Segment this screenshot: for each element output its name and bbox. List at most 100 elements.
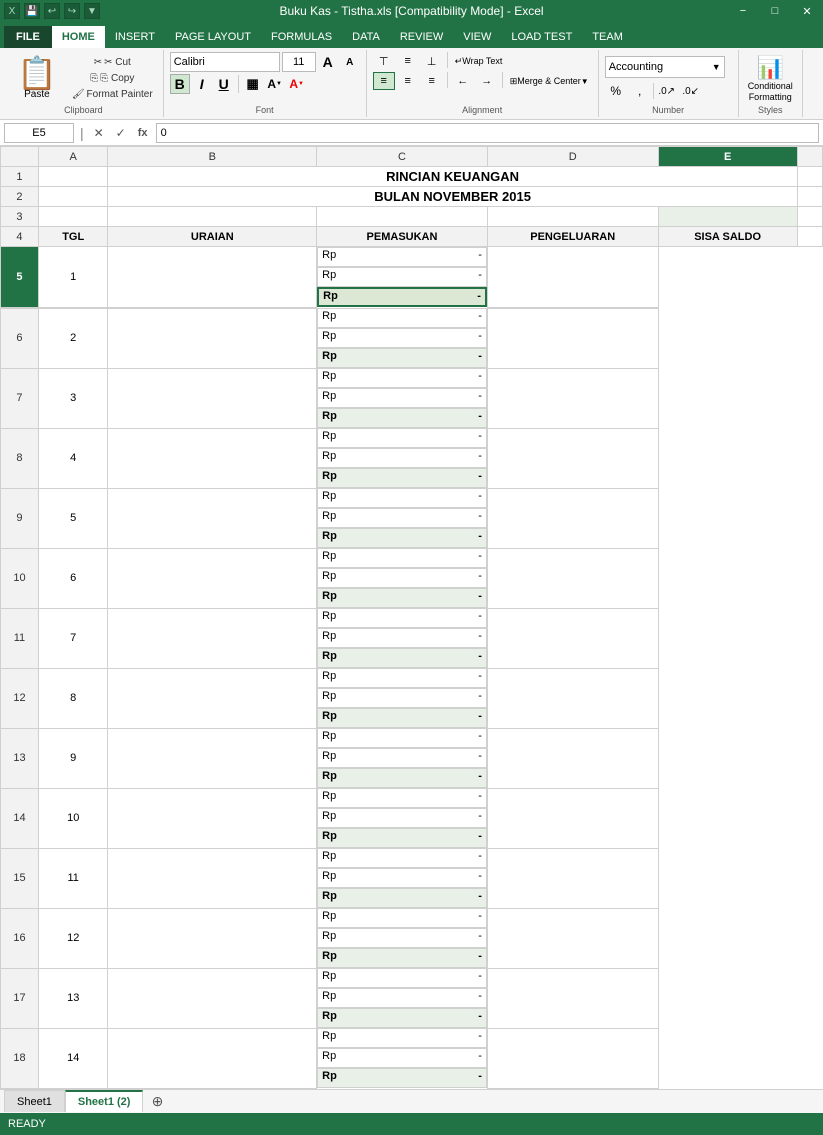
cell-c10[interactable]: Rp- (317, 548, 487, 568)
cut-button[interactable]: ✂ ✂ Cut (68, 55, 157, 70)
cell-c9[interactable]: Rp- (317, 488, 487, 508)
indent-increase-button[interactable]: → (476, 72, 498, 90)
cell-e14[interactable]: Rp- (317, 828, 487, 848)
tab-load-test[interactable]: LOAD TEST (501, 26, 582, 48)
save-icon[interactable]: 💾 (24, 3, 40, 19)
align-middle-button[interactable]: ≡ (397, 52, 419, 70)
tab-page-layout[interactable]: PAGE LAYOUT (165, 26, 261, 48)
close-button[interactable]: ✕ (791, 0, 823, 22)
col-header-c[interactable]: C (317, 147, 488, 167)
cell-e6[interactable]: Rp- (317, 348, 487, 368)
cell-a8[interactable]: 4 (38, 428, 108, 488)
cell-b7[interactable] (108, 368, 317, 428)
cell-b10[interactable] (108, 548, 317, 608)
cell-a16[interactable]: 12 (38, 908, 108, 968)
cell-b14[interactable] (108, 788, 317, 848)
redo-icon[interactable]: ↪ (64, 3, 80, 19)
maximize-button[interactable]: □ (759, 0, 791, 22)
cell-c11[interactable]: Rp- (317, 608, 487, 628)
cell-tgl-header[interactable]: TGL (38, 227, 108, 247)
cell-c8[interactable]: Rp- (317, 428, 487, 448)
formula-confirm-button[interactable]: ✓ (112, 124, 130, 142)
cell-a7[interactable]: 3 (38, 368, 108, 428)
cell-a18[interactable]: 14 (38, 1028, 108, 1088)
cell-b16[interactable] (108, 908, 317, 968)
col-header-e[interactable]: E (658, 147, 797, 167)
cell-c3[interactable] (317, 207, 488, 227)
cell-c18[interactable]: Rp- (317, 1028, 487, 1048)
tab-view[interactable]: VIEW (453, 26, 501, 48)
decimal-decrease-button[interactable]: .0↙ (680, 82, 702, 100)
cell-e7[interactable]: Rp- (317, 408, 487, 428)
cell-e5[interactable]: Rp- (317, 287, 487, 307)
merge-center-button[interactable]: ⊞ Merge & Center ▼ (507, 72, 592, 90)
align-bottom-button[interactable]: ⊥ (421, 52, 443, 70)
cell-c16[interactable]: Rp- (317, 908, 487, 928)
cell-title-2[interactable]: BULAN NOVEMBER 2015 (108, 187, 797, 207)
cell-c14[interactable]: Rp- (317, 788, 487, 808)
indent-decrease-button[interactable]: ← (452, 72, 474, 90)
conditional-formatting-button[interactable]: 📊 ConditionalFormatting (745, 52, 796, 106)
cell-b3[interactable] (108, 207, 317, 227)
align-center-button[interactable]: ≡ (397, 72, 419, 90)
percent-button[interactable]: % (605, 82, 627, 100)
font-size-input[interactable] (282, 52, 316, 72)
cell-d9[interactable]: Rp- (317, 508, 487, 528)
cell-b18[interactable] (108, 1028, 317, 1088)
cell-title-1[interactable]: RINCIAN KEUANGAN (108, 167, 797, 187)
paste-button[interactable]: 📋 Paste (10, 54, 64, 103)
cell-b13[interactable] (108, 728, 317, 788)
cell-e13[interactable]: Rp- (317, 768, 487, 788)
cell-e11[interactable]: Rp- (317, 648, 487, 668)
cell-c12[interactable]: Rp- (317, 668, 487, 688)
cell-d10[interactable]: Rp- (317, 568, 487, 588)
cell-a12[interactable]: 8 (38, 668, 108, 728)
font-color-button[interactable]: A▼ (287, 74, 307, 94)
align-left-button[interactable]: ≡ (373, 72, 395, 90)
cell-a14[interactable]: 10 (38, 788, 108, 848)
cell-d8[interactable]: Rp- (317, 448, 487, 468)
cell-d3[interactable] (487, 207, 658, 227)
tab-review[interactable]: REVIEW (390, 26, 453, 48)
copy-button[interactable]: ⎘ ⎘ Copy (68, 71, 157, 86)
cell-d16[interactable]: Rp- (317, 928, 487, 948)
cell-c6[interactable]: Rp- (317, 308, 487, 328)
tab-team[interactable]: TEAM (582, 26, 633, 48)
font-name-input[interactable] (170, 52, 280, 72)
italic-button[interactable]: I (192, 74, 212, 94)
tab-home[interactable]: HOME (52, 26, 105, 48)
decimal-increase-button[interactable]: .0↗ (656, 82, 678, 100)
cell-a15[interactable]: 11 (38, 848, 108, 908)
cell-b8[interactable] (108, 428, 317, 488)
cell-c13[interactable]: Rp- (317, 728, 487, 748)
cell-a17[interactable]: 13 (38, 968, 108, 1028)
cell-d18[interactable]: Rp- (317, 1048, 487, 1068)
cell-d6[interactable]: Rp- (317, 328, 487, 348)
wrap-text-button[interactable]: ↵ Wrap Text (452, 52, 506, 70)
customize-icon[interactable]: ▼ (84, 3, 100, 19)
cell-e8[interactable]: Rp- (317, 468, 487, 488)
cell-b12[interactable] (108, 668, 317, 728)
cell-pemasukan-header[interactable]: PEMASUKAN (317, 227, 488, 247)
cell-b6[interactable] (108, 308, 317, 368)
cell-c5[interactable]: Rp- (317, 247, 487, 267)
cell-b9[interactable] (108, 488, 317, 548)
cell-d7[interactable]: Rp- (317, 388, 487, 408)
number-format-dropdown[interactable]: Accounting ▼ (605, 56, 725, 78)
tab-formulas[interactable]: FORMULAS (261, 26, 342, 48)
cell-e9[interactable]: Rp- (317, 528, 487, 548)
cell-a3[interactable] (38, 207, 108, 227)
formula-cancel-button[interactable]: ✕ (90, 124, 108, 142)
cell-e10[interactable]: Rp- (317, 588, 487, 608)
cell-d13[interactable]: Rp- (317, 748, 487, 768)
cell-a1[interactable] (38, 167, 108, 187)
cell-e16[interactable]: Rp- (317, 948, 487, 968)
add-sheet-button[interactable]: ⊕ (147, 1091, 167, 1111)
tab-data[interactable]: DATA (342, 26, 390, 48)
cell-d12[interactable]: Rp- (317, 688, 487, 708)
cell-a11[interactable]: 7 (38, 608, 108, 668)
sheet-tab-1[interactable]: Sheet1 (4, 1090, 65, 1112)
cell-d14[interactable]: Rp- (317, 808, 487, 828)
cell-a9[interactable]: 5 (38, 488, 108, 548)
format-painter-button[interactable]: 🖌 Format Painter (68, 87, 157, 102)
